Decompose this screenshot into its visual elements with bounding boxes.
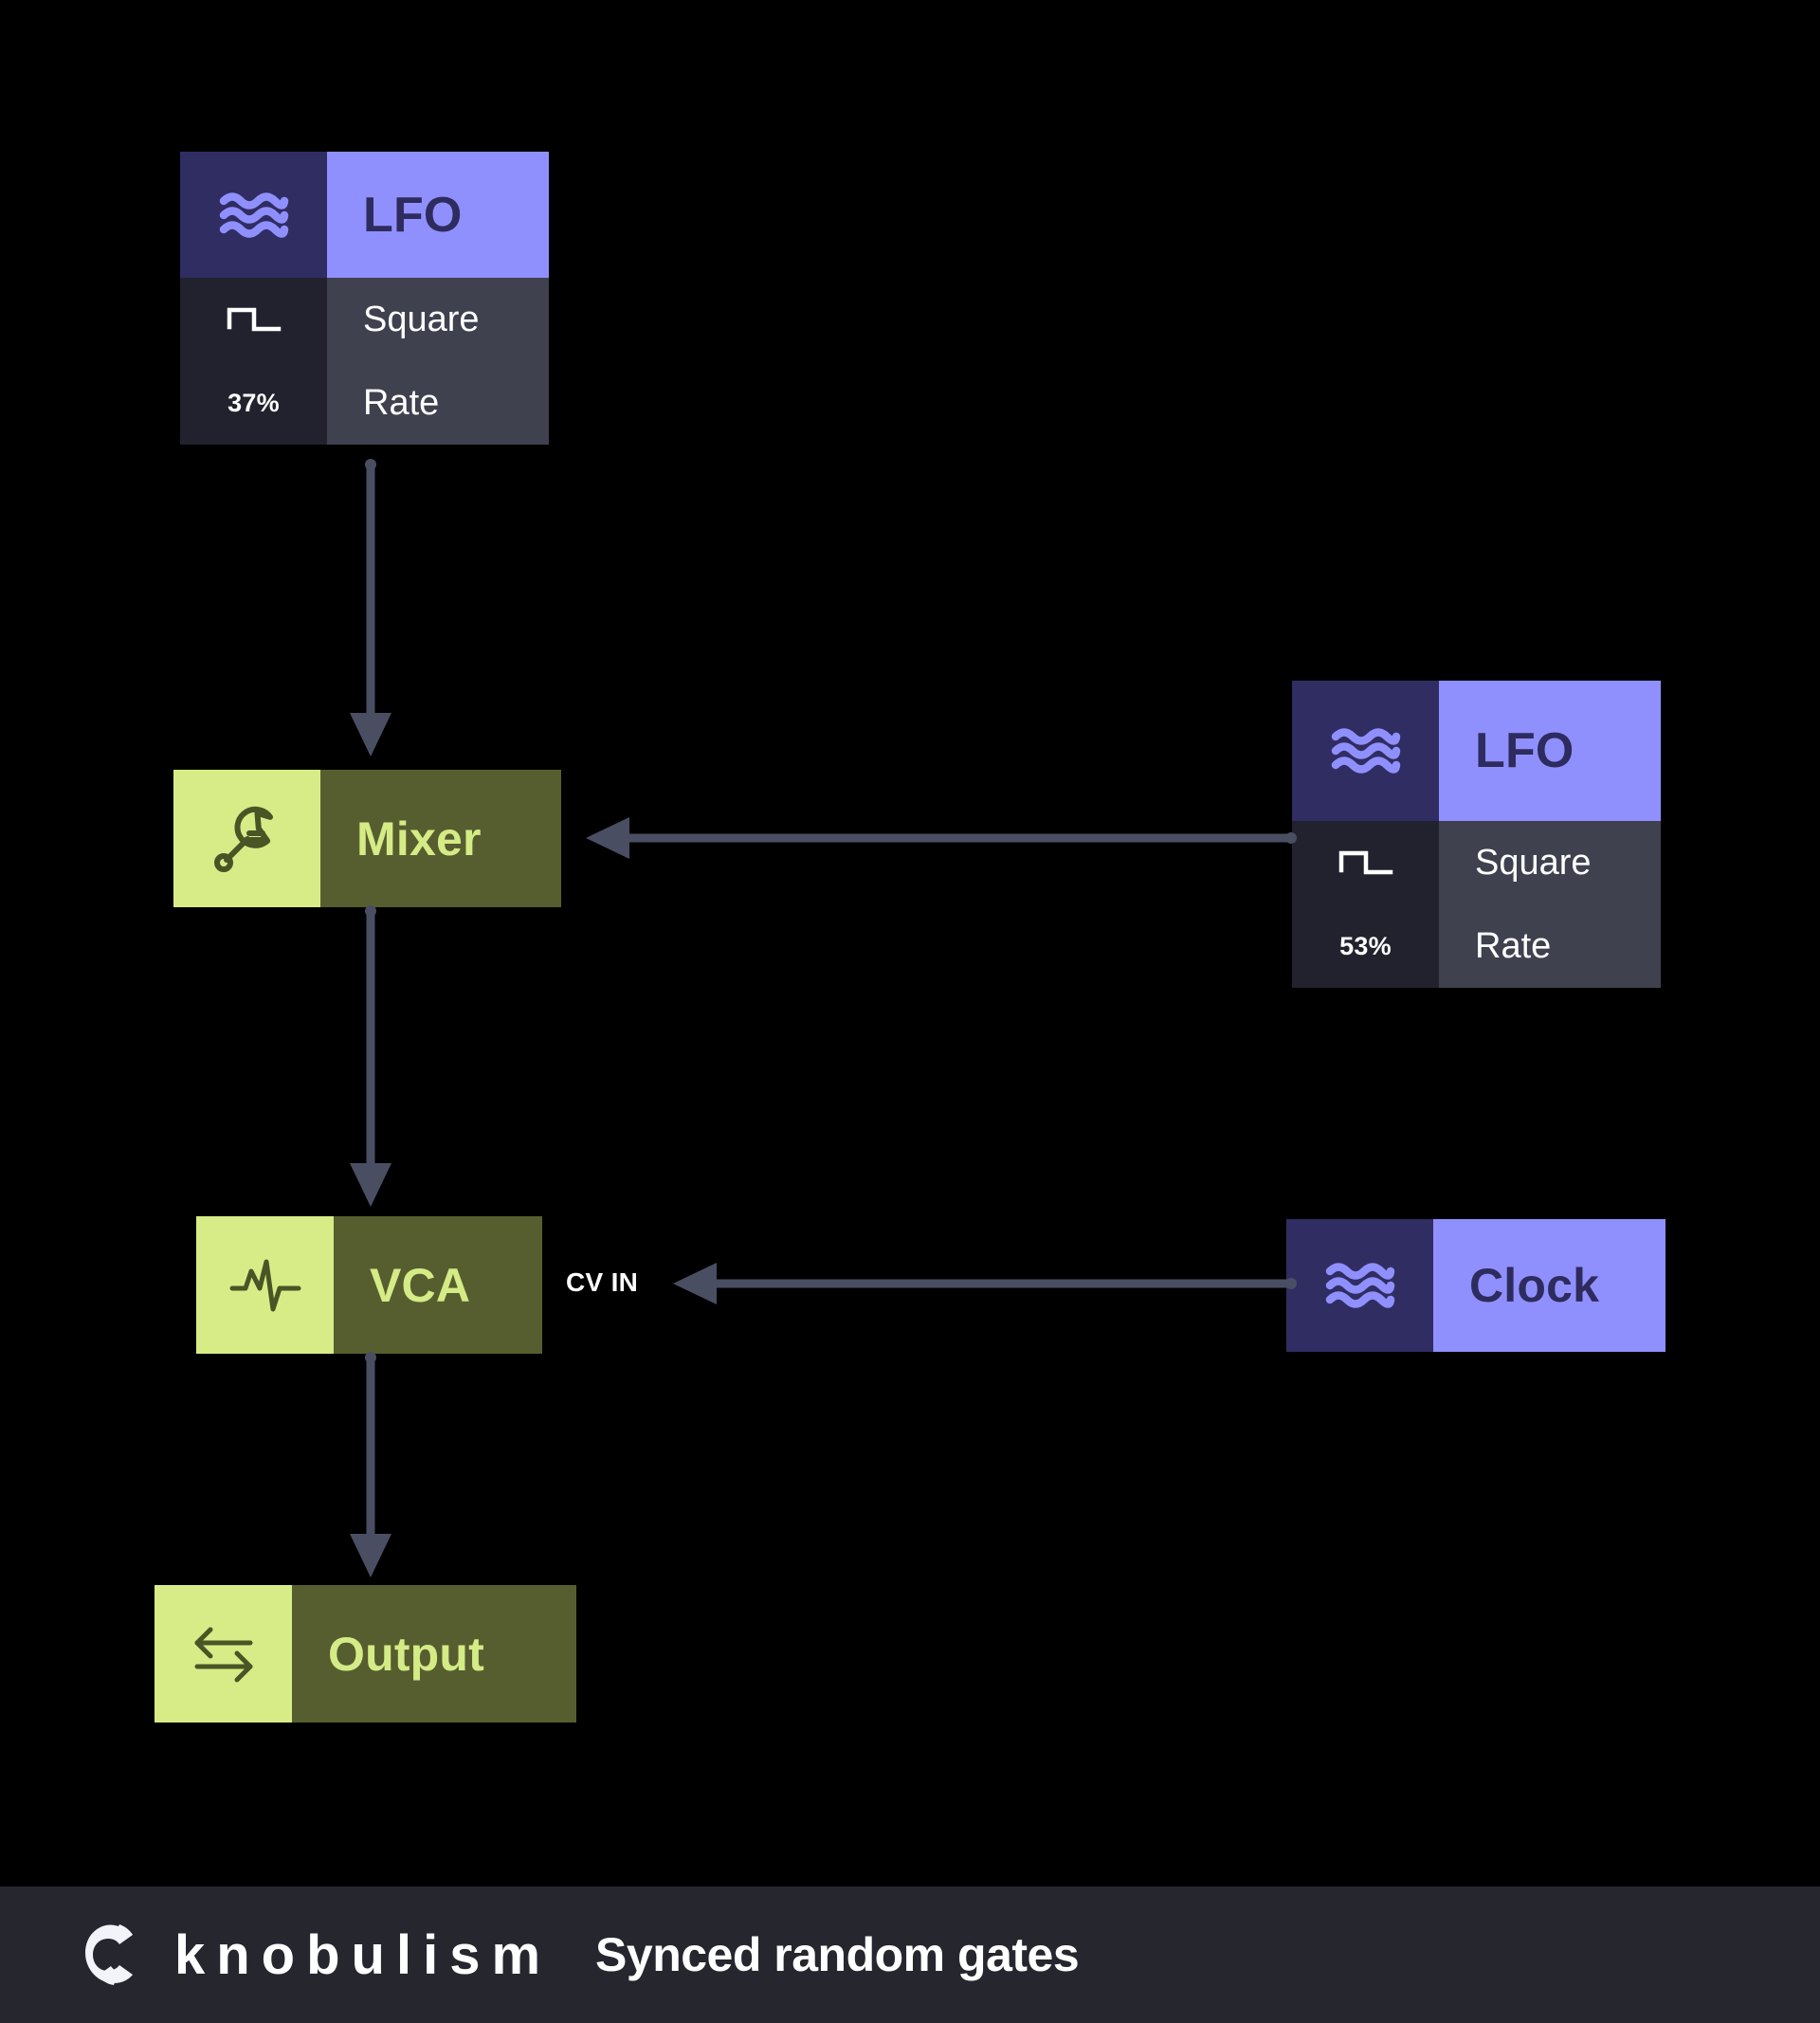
exchange-arrows-icon: [155, 1585, 292, 1722]
node-title-cell: LFO: [327, 152, 549, 278]
node-title-cell: Clock: [1433, 1219, 1665, 1352]
square-wave-icon: [1292, 821, 1439, 904]
node-detail-label-cell: Rate: [327, 361, 549, 445]
node-detail-value: 53%: [1339, 931, 1392, 960]
node-detail-label-cell: Square: [1439, 821, 1661, 904]
edge-lfo1-to-mixer: [350, 459, 391, 774]
edge-lfo2-to-mixer: [576, 815, 1297, 861]
wrench-icon: [173, 770, 320, 907]
node-detail-value-cell: 53%: [1292, 904, 1439, 988]
node-title-cell: LFO: [1439, 681, 1661, 821]
square-wave-icon: [180, 278, 327, 361]
edge-vca-to-output: [350, 1352, 391, 1593]
node-output[interactable]: Output: [155, 1585, 576, 1722]
node-detail-row: 53% Rate: [1292, 904, 1661, 988]
node-title: VCA: [370, 1258, 471, 1312]
node-detail-row: Square: [1292, 821, 1661, 904]
edge-mixer-to-vca: [350, 905, 391, 1224]
footer-bar: knobulism Synced random gates: [0, 1886, 1820, 2023]
diagram-canvas: LFO Square 37% Rate Mixer LFO Square 53%…: [0, 0, 1820, 2023]
footer-caption: Synced random gates: [595, 1928, 1080, 1981]
node-detail-value-cell: 37%: [180, 361, 327, 445]
brand-name: knobulism: [174, 1923, 553, 1986]
waves-icon: [1292, 681, 1439, 821]
node-header: LFO: [180, 152, 549, 278]
node-title-cell: Output: [292, 1585, 576, 1722]
node-header: VCA: [196, 1216, 542, 1354]
node-title: LFO: [363, 187, 463, 243]
node-detail-label: Rate: [363, 382, 440, 423]
node-detail-row: 37% Rate: [180, 361, 549, 445]
node-detail-label-cell: Square: [327, 278, 549, 361]
knobulism-logo-icon: [74, 1921, 142, 1989]
node-clock[interactable]: Clock: [1286, 1219, 1665, 1352]
node-lfo-2[interactable]: LFO Square 53% Rate: [1292, 681, 1661, 988]
node-title: Output: [328, 1627, 485, 1681]
node-title: LFO: [1475, 723, 1574, 778]
node-lfo-1[interactable]: LFO Square 37% Rate: [180, 152, 549, 445]
node-header: Clock: [1286, 1219, 1665, 1352]
node-detail-label-cell: Rate: [1439, 904, 1661, 988]
node-detail-value: 37%: [228, 388, 280, 417]
edge-label-cv-in: CV IN: [566, 1267, 639, 1297]
pulse-icon: [196, 1216, 334, 1354]
node-header: Output: [155, 1585, 576, 1722]
edge-clock-to-vca: [664, 1261, 1297, 1306]
node-header: Mixer: [173, 770, 561, 907]
node-header: LFO: [1292, 681, 1661, 821]
node-detail-label: Square: [363, 299, 480, 339]
node-title-cell: VCA: [334, 1216, 542, 1354]
node-vca[interactable]: VCA: [196, 1216, 542, 1354]
node-detail-row: Square: [180, 278, 549, 361]
node-mixer[interactable]: Mixer: [173, 770, 561, 907]
waves-icon: [180, 152, 327, 278]
waves-icon: [1286, 1219, 1433, 1352]
node-detail-label: Rate: [1475, 925, 1552, 966]
node-title: Mixer: [356, 811, 482, 866]
node-detail-label: Square: [1475, 842, 1592, 883]
node-title-cell: Mixer: [320, 770, 561, 907]
node-title: Clock: [1469, 1259, 1600, 1312]
